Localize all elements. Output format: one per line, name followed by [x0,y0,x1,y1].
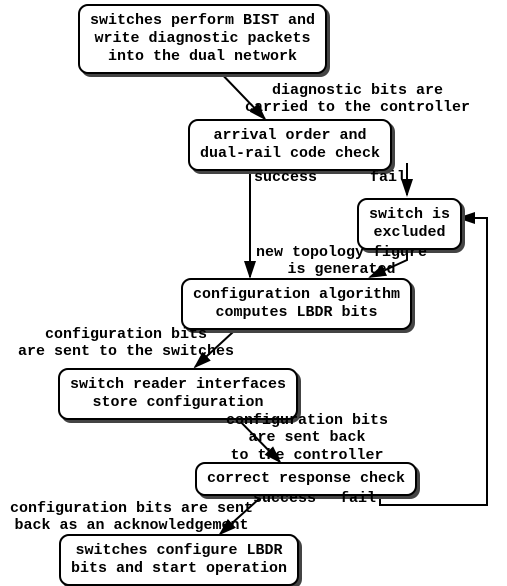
node-lbdr-config: configuration algorithm computes LBDR bi… [181,278,412,330]
node-start-operation: switches configure LBDR bits and start o… [59,534,299,586]
label-config-to-switch: configuration bits are sent to the switc… [18,326,234,361]
label-fail-1: fail [370,169,406,186]
label-new-topology: new topology figure is generated [256,244,427,279]
flowchart-canvas: switches perform BIST and write diagnost… [0,0,507,582]
label-config-back: configuration bits are sent back to the … [226,412,388,464]
label-success-1: success [254,169,317,186]
label-ack: configuration bits are sent back as an a… [10,500,253,535]
label-diagnostic-bits: diagnostic bits are carried to the contr… [245,82,470,117]
label-fail-2: fail [340,490,376,507]
node-code-check: arrival order and dual-rail code check [188,119,392,171]
label-success-2: success [253,490,316,507]
node-bist: switches perform BIST and write diagnost… [78,4,327,74]
node-switch-excluded: switch is excluded [357,198,462,250]
